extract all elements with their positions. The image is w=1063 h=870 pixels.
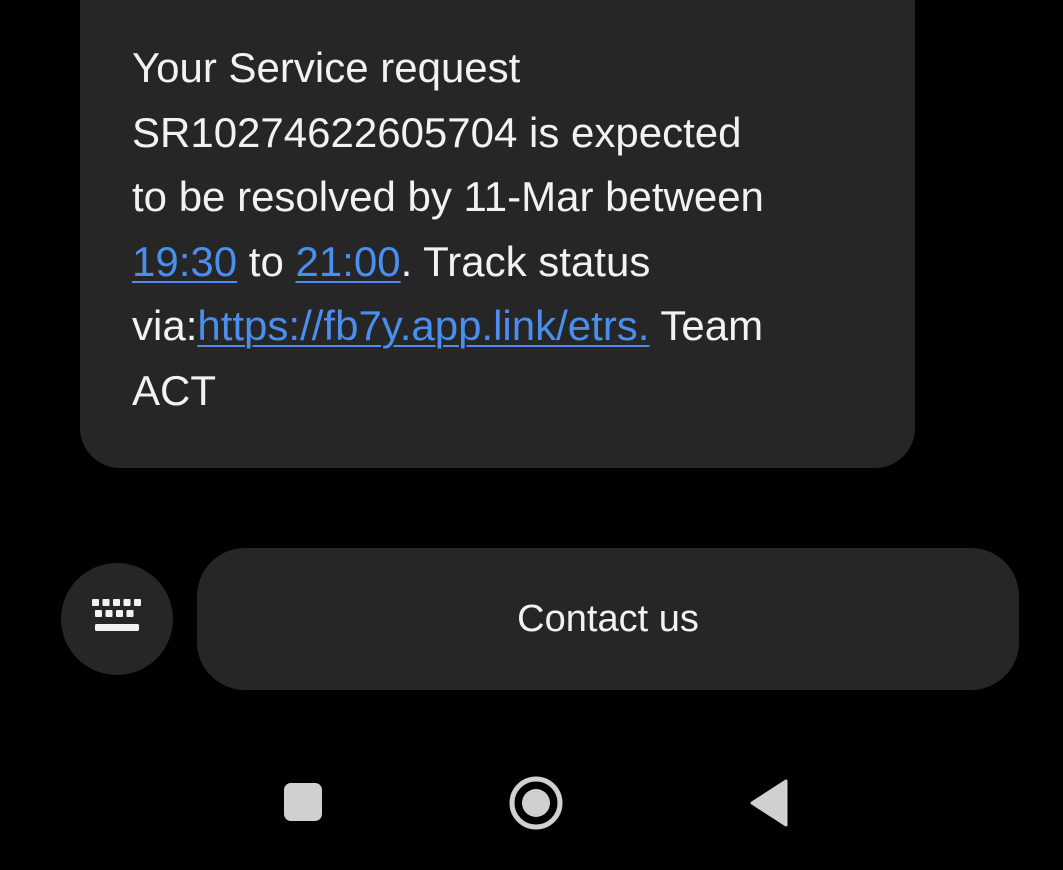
back-triangle-icon — [750, 779, 788, 827]
contact-us-suggestion-button[interactable]: Contact us — [197, 548, 1019, 690]
keyboard-icon — [92, 599, 141, 631]
message-line-2: SR10274622605704 is expected — [132, 108, 742, 156]
home-circle-icon — [509, 776, 563, 830]
recents-button[interactable] — [282, 781, 324, 823]
track-status-text: . Track status — [400, 237, 651, 285]
back-button[interactable] — [748, 778, 790, 828]
message-line-1: Your Service request — [132, 44, 521, 91]
home-button[interactable] — [507, 774, 565, 832]
team-text: Team — [649, 302, 764, 349]
via-text: via: — [132, 302, 198, 349]
time-start-link[interactable]: 19:30 — [132, 238, 237, 285]
time-end-link[interactable]: 21:00 — [295, 238, 400, 285]
tracking-url-link[interactable]: https://fb7y.app.link/etrs. — [197, 302, 649, 349]
recents-square-icon — [284, 783, 322, 821]
keyboard-toggle-button[interactable] — [61, 563, 173, 675]
contact-us-label: Contact us — [517, 597, 699, 640]
message-bubble[interactable]: Your Service request SR10274622605704 is… — [80, 0, 915, 468]
time-connector-text: to — [237, 237, 296, 285]
system-navigation-bar — [0, 760, 1063, 850]
message-line-3: to be resolved by 11-Mar between — [132, 173, 764, 220]
message-line-5: via:https://fb7y.app.link/etrs. Team — [132, 294, 863, 359]
message-line-6: ACT — [132, 366, 216, 414]
message-line-4: 19:30 to 21:00. Track status — [132, 230, 863, 295]
